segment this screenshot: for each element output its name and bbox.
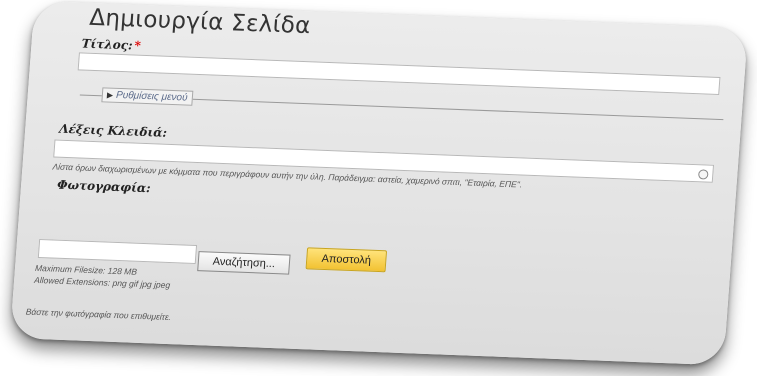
allowed-extensions-text: Allowed Extensions: png gif jpg jpeg [33, 274, 171, 291]
photo-label: Φωτογραφία: [56, 177, 152, 196]
title-input[interactable] [77, 52, 721, 95]
title-label: Τίτλος:* [81, 36, 141, 52]
keywords-label: Λέξεις Κλειδιά: [58, 121, 168, 140]
menu-settings-label: Ρυθμίσεις μενού [115, 89, 188, 104]
page-title: Δημιουργία Σελίδα [88, 4, 312, 40]
create-page-form: Δημιουργία Σελίδα Τίτλος:* ▶ Ρυθμίσεις με… [10, 1, 748, 366]
browse-button[interactable]: Αναζήτηση... [197, 251, 291, 275]
triangle-right-icon: ▶ [106, 90, 114, 100]
autocomplete-circle-icon [697, 169, 709, 180]
photo-file-input[interactable] [37, 238, 198, 265]
submit-button[interactable]: Αποστολή [305, 247, 388, 273]
form-card: Δημιουργία Σελίδα Τίτλος:* ▶ Ρυθμίσεις με… [9, 0, 749, 366]
required-mark: * [134, 38, 142, 53]
photo-hint: Βάστε την φωτόγραφία που επιθυμείτε. [25, 306, 172, 323]
menu-settings-toggle[interactable]: ▶ Ρυθμίσεις μενού [101, 87, 194, 106]
screenshot-stage: Δημιουργία Σελίδα Τίτλος:* ▶ Ρυθμίσεις με… [0, 0, 757, 376]
title-label-text: Τίτλος: [81, 36, 134, 53]
